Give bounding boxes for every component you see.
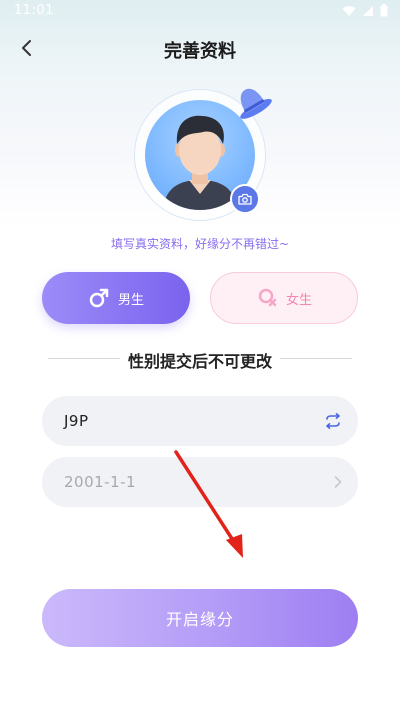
- gender-notice-text: 性别提交后不可更改: [119, 352, 280, 371]
- birthday-field[interactable]: 2001-1-1: [42, 457, 358, 507]
- gender-female-label: 女生: [285, 292, 312, 308]
- signal-icon: [363, 5, 373, 16]
- chevron-right-icon: [334, 476, 342, 488]
- gender-male-button[interactable]: 男生: [42, 272, 190, 324]
- gender-male-label: 男生: [117, 292, 144, 308]
- status-time: 11:01: [14, 3, 54, 18]
- gender-notice: 性别提交后不可更改: [0, 348, 400, 372]
- avatar-hint: 填写真实资料，好缘分不再错过~: [110, 237, 290, 251]
- battery-icon: [380, 4, 388, 17]
- birthday-value: 2001-1-1: [64, 473, 137, 491]
- nickname-value[interactable]: J9P: [64, 412, 324, 430]
- gender-female-button[interactable]: 女生: [210, 272, 358, 324]
- nickname-field[interactable]: J9P: [42, 396, 358, 446]
- refresh-icon[interactable]: [324, 413, 342, 429]
- male-symbol-icon: [89, 288, 109, 308]
- page-title: 完善资料: [164, 41, 236, 62]
- hat-icon: [240, 88, 272, 119]
- status-icons: [342, 4, 388, 17]
- camera-button[interactable]: [230, 184, 260, 214]
- submit-button[interactable]: 开启缘分: [42, 589, 358, 647]
- camera-icon: [238, 193, 252, 205]
- female-symbol-icon: [258, 288, 277, 307]
- wifi-icon: [342, 5, 356, 16]
